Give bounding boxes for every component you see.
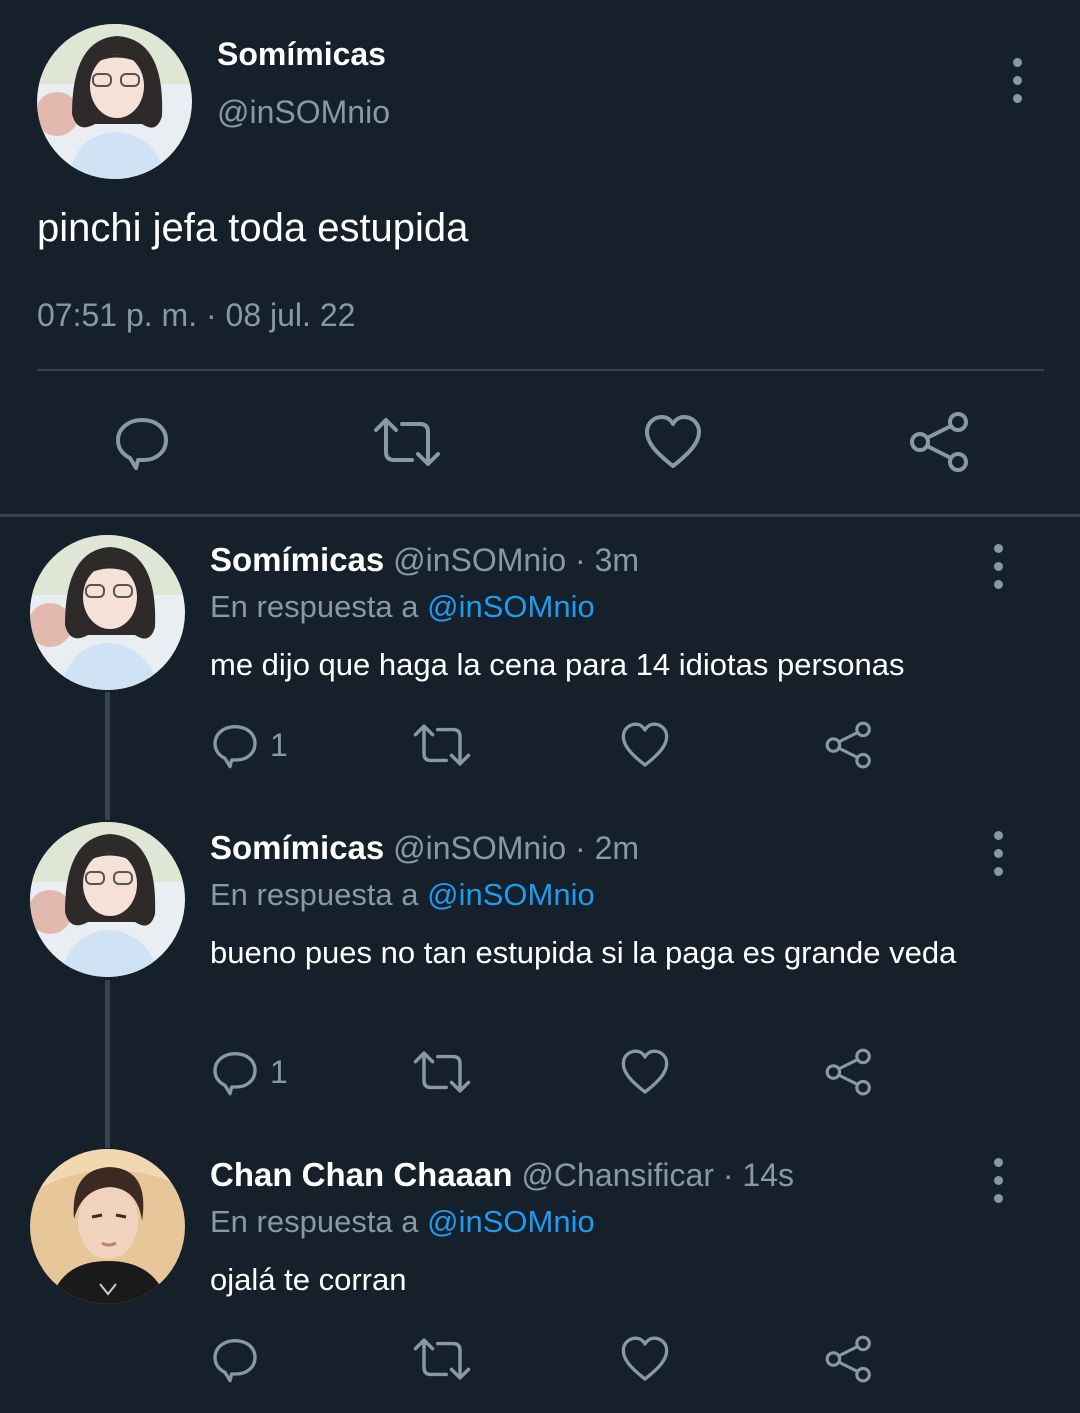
reply-to-mention[interactable]: @inSOMnio — [427, 589, 595, 624]
reply-display-name[interactable]: Somímicas — [210, 829, 384, 866]
reply-handle[interactable]: @inSOMnio — [393, 830, 566, 866]
main-tweet-handle[interactable]: @inSOMnio — [217, 94, 390, 131]
share-icon[interactable] — [824, 1331, 874, 1387]
main-tweet-display-name[interactable]: Somímicas — [217, 36, 386, 73]
thread-line — [105, 980, 110, 1148]
reply-prefix: En respuesta a — [210, 877, 419, 912]
like-button[interactable] — [620, 1331, 670, 1387]
reply-prefix: En respuesta a — [210, 1204, 419, 1239]
retweet-icon[interactable] — [412, 1044, 472, 1100]
reply-display-name[interactable]: Somímicas — [210, 541, 384, 578]
section-divider — [0, 514, 1080, 517]
like-button[interactable] — [620, 717, 670, 773]
main-tweet-text: pinchi jefa toda estupida — [37, 206, 469, 250]
reply-header: Somímicas @inSOMnio · 3m — [210, 541, 639, 579]
reply-button[interactable]: 1 — [210, 1044, 288, 1100]
reply-action-bar — [210, 1331, 910, 1391]
share-icon[interactable] — [908, 412, 972, 477]
divider — [37, 369, 1044, 371]
like-button[interactable] — [620, 1044, 670, 1100]
share-button[interactable] — [824, 1044, 874, 1100]
reply-avatar[interactable] — [30, 822, 185, 977]
share-icon[interactable] — [824, 1044, 874, 1100]
main-tweet-timestamp: 07:51 p. m. · 08 jul. 22 — [37, 297, 356, 333]
like-icon[interactable] — [620, 1044, 670, 1100]
retweet-icon[interactable] — [372, 412, 442, 477]
reply-count: 1 — [270, 1053, 288, 1090]
reply-icon[interactable] — [112, 412, 172, 477]
reply-to-mention[interactable]: @inSOMnio — [427, 1204, 595, 1239]
more-options-icon[interactable] — [988, 831, 1008, 876]
reply-header: Somímicas @inSOMnio · 2m — [210, 829, 639, 867]
reply-prefix: En respuesta a — [210, 589, 419, 624]
share-icon[interactable] — [824, 717, 874, 773]
reply-to-line: En respuesta a @inSOMnio — [210, 589, 595, 625]
thread-line — [105, 692, 110, 820]
reply-icon[interactable] — [210, 1331, 260, 1387]
more-options-icon[interactable] — [1007, 58, 1027, 103]
reply-handle[interactable]: @Chansificar — [521, 1157, 714, 1193]
reply-time: · 2m — [575, 830, 640, 866]
reply-action-bar: 1 — [210, 717, 910, 777]
reply-icon[interactable] — [210, 717, 260, 773]
reply-avatar[interactable] — [30, 1149, 185, 1304]
like-icon[interactable] — [643, 412, 703, 477]
reply-count: 1 — [270, 726, 288, 763]
more-options-icon[interactable] — [988, 544, 1008, 589]
reply-handle[interactable]: @inSOMnio — [393, 542, 566, 578]
like-icon[interactable] — [620, 717, 670, 773]
reply-header: Chan Chan Chaaan @Chansificar · 14s — [210, 1156, 794, 1194]
main-tweet-avatar[interactable] — [37, 24, 192, 179]
reply-display-name[interactable]: Chan Chan Chaaan — [210, 1156, 513, 1193]
reply-to-line: En respuesta a @inSOMnio — [210, 1204, 595, 1240]
reply-icon[interactable] — [210, 1044, 260, 1100]
share-button[interactable] — [824, 1331, 874, 1387]
retweet-icon[interactable] — [412, 717, 472, 773]
retweet-button[interactable] — [412, 1044, 472, 1100]
retweet-button[interactable] — [412, 1331, 472, 1387]
reply-button[interactable]: 1 — [210, 717, 288, 773]
reply-text: me dijo que haga la cena para 14 idiotas… — [210, 647, 905, 682]
reply-action-bar: 1 — [210, 1044, 910, 1104]
like-icon[interactable] — [620, 1331, 670, 1387]
reply-time: · 14s — [722, 1157, 795, 1193]
reply-button[interactable] — [210, 1331, 270, 1387]
reply-text: ojalá te corran — [210, 1262, 407, 1297]
reply-to-mention[interactable]: @inSOMnio — [427, 877, 595, 912]
more-options-icon[interactable] — [988, 1158, 1008, 1203]
retweet-icon[interactable] — [412, 1331, 472, 1387]
reply-time: · 3m — [575, 542, 640, 578]
reply-avatar[interactable] — [30, 535, 185, 690]
reply-text: bueno pues no tan estupida si la paga es… — [210, 935, 957, 970]
reply-to-line: En respuesta a @inSOMnio — [210, 877, 595, 913]
share-button[interactable] — [824, 717, 874, 773]
retweet-button[interactable] — [412, 717, 472, 773]
